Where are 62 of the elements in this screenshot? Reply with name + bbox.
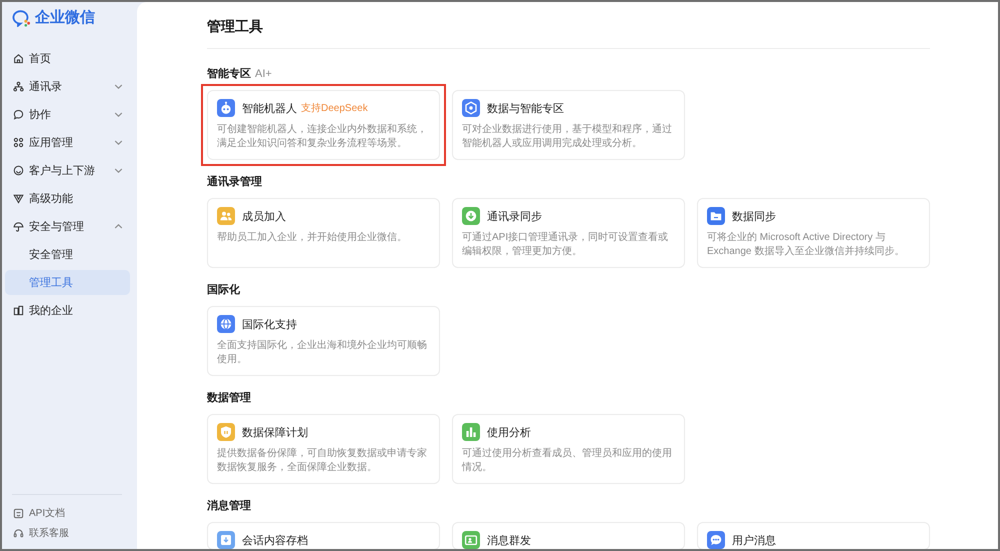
section-title: 智能专区 <box>207 66 251 82</box>
card-description: 可通过使用分析查看成员、管理员和应用的使用情况。 <box>462 447 673 475</box>
umbrella-icon <box>13 221 24 232</box>
card-description: 可创建智能机器人，连接企业内外数据和系统，满足企业知识问答和复杂业务流程等场景。 <box>217 123 428 151</box>
card-title: 智能机器人 <box>242 102 297 116</box>
sidebar-item[interactable]: 通讯录 <box>5 74 130 99</box>
feature-label: 支持DeepSeek <box>301 102 368 115</box>
logo-icon <box>12 9 32 27</box>
org-chart-icon <box>13 81 24 92</box>
page-title: 管理工具 <box>207 18 264 34</box>
sidebar-item[interactable]: 客户与上下游 <box>5 158 130 183</box>
tool-card[interactable]: 国际化支持 全面支持国际化，企业出海和境外企业均可顺畅使用。 <box>207 306 440 376</box>
tool-card[interactable]: 通讯录同步 可通过API接口管理通讯录，同时可设置查看或编辑权限，管理更加方便。 <box>452 198 685 268</box>
tool-card[interactable]: 会话内容存档 <box>207 522 440 549</box>
sidebar-item[interactable]: 高级功能 <box>5 186 130 211</box>
card-description: 可对企业数据进行使用，基于模型和程序，通过智能机器人或应用调用完成处理或分析。 <box>462 123 673 151</box>
card-title: 用户消息 <box>732 534 776 548</box>
card-title: 数据保障计划 <box>242 426 308 440</box>
card-description: 提供数据备份保障，可自助恢复数据或申请专家数据恢复服务，全面保障企业数据。 <box>217 447 428 475</box>
buildings-icon <box>13 305 24 316</box>
card-title: 使用分析 <box>487 426 531 440</box>
card-title: 会话内容存档 <box>242 534 308 548</box>
gem-icon <box>13 193 24 204</box>
tool-card[interactable]: 消息群发 <box>452 522 685 549</box>
footer-link[interactable]: 联系客服 <box>2 523 69 543</box>
sidebar-subitem[interactable]: 安全管理 <box>5 242 130 267</box>
card-title: 消息群发 <box>487 534 531 548</box>
tool-card[interactable]: 成员加入 帮助员工加入企业，并开始使用企业微信。 <box>207 198 440 268</box>
card-description: 帮助员工加入企业，并开始使用企业微信。 <box>217 231 408 245</box>
section-title: 消息管理 <box>207 498 251 514</box>
tool-card[interactable]: 数据同步 可将企业的 Microsoft Active Directory 与 Exchange 数据导入至企业微信并持续同步。 <box>697 198 930 268</box>
sidebar-item[interactable]: 协作 <box>5 102 130 127</box>
tool-card[interactable]: 数据与智能专区 可对企业数据进行使用，基于模型和程序，通过智能机器人或应用调用完成处理或分析。 <box>452 90 685 160</box>
card-title: 通讯录同步 <box>487 210 542 224</box>
tool-card[interactable]: 用户消息 <box>697 522 930 549</box>
speech-bubble-icon <box>13 109 24 120</box>
tool-card[interactable]: 使用分析 可通过使用分析查看成员、管理员和应用的使用情况。 <box>452 414 685 484</box>
card-description: 可将企业的 Microsoft Active Directory 与 Exchange 数据导入至企业微信并持续同步。 <box>707 231 906 259</box>
tool-card[interactable]: 数据保障计划 提供数据备份保障，可自助恢复数据或申请专家数据恢复服务，全面保障企业数据。 <box>207 414 440 484</box>
section-tag: AI+ <box>255 66 272 82</box>
smile-bubble-icon <box>13 165 24 176</box>
tool-card[interactable]: 智能机器人 支持DeepSeek 可创建智能机器人，连接企业内外数据和系统，满足企业知识问答和复杂业务流程等场景。 <box>207 90 440 160</box>
card-title: 成员加入 <box>242 210 286 224</box>
headset-icon <box>13 528 24 538</box>
card-title: 数据同步 <box>732 210 776 224</box>
sidebar-item[interactable]: 应用管理 <box>5 130 130 155</box>
card-description: 全面支持国际化，企业出海和境外企业均可顺畅使用。 <box>217 339 428 367</box>
card-title: 国际化支持 <box>242 318 297 332</box>
section-title: 数据管理 <box>207 391 251 406</box>
sidebar-item[interactable]: 我的企业 <box>5 298 130 323</box>
sidebar-item[interactable]: 安全与管理 <box>5 214 130 239</box>
sidebar-item[interactable]: 首页 <box>5 46 130 71</box>
section-title: 国际化 <box>207 283 240 298</box>
card-title: 数据与智能专区 <box>487 102 564 116</box>
sidebar-subitem[interactable]: 管理工具 <box>5 270 130 295</box>
card-description: 可通过API接口管理通讯录，同时可设置查看或编辑权限，管理更加方便。 <box>462 231 670 259</box>
smiley-box-icon <box>13 508 24 518</box>
section-title: 通讯录管理 <box>207 174 262 190</box>
brand-name: 企业微信 <box>35 8 95 28</box>
house-icon <box>13 53 24 64</box>
grid-icon <box>13 137 24 148</box>
footer-link[interactable]: API文档 <box>2 503 66 523</box>
